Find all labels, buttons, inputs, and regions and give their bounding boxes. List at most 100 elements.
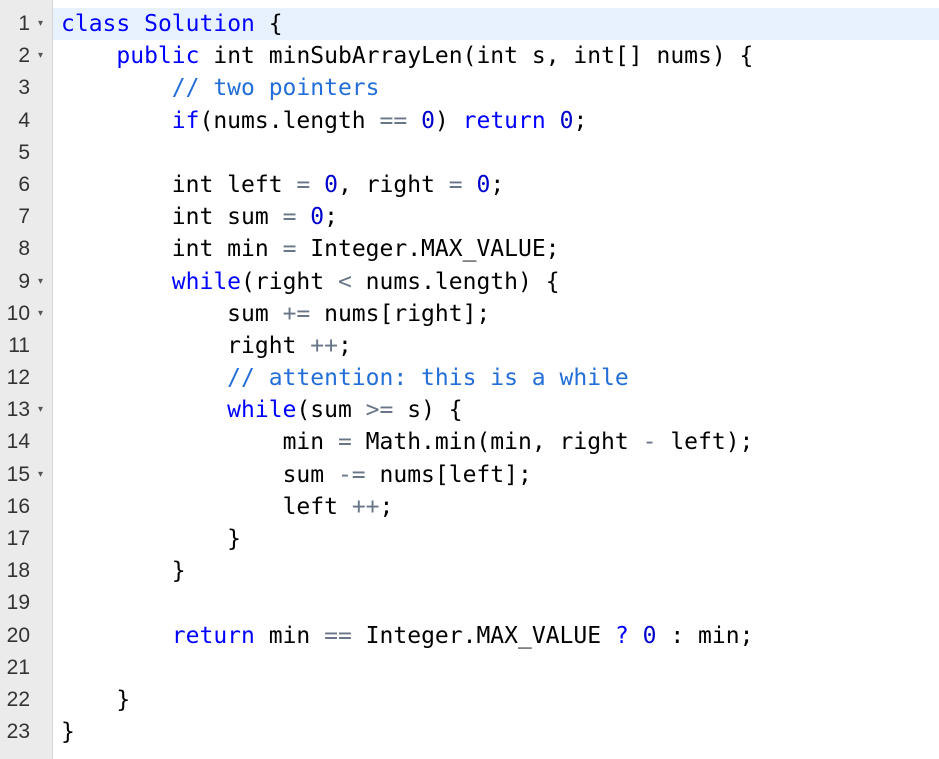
line-gutter-cell: 13 ▾ bbox=[0, 394, 52, 426]
line-gutter-cell: 23 bbox=[0, 716, 52, 748]
code-line[interactable]: 4 if(nums.length == 0) return 0; bbox=[0, 105, 939, 137]
code-token: (sum bbox=[296, 397, 366, 424]
code-token: 0 bbox=[559, 107, 574, 134]
code-line[interactable]: 1 ▾ class Solution { bbox=[0, 8, 939, 41]
line-number: 6 bbox=[18, 172, 30, 196]
line-number: 21 bbox=[6, 655, 30, 679]
fold-toggle-icon[interactable]: ▾ bbox=[38, 266, 43, 298]
code-line[interactable]: 14 min = Math.min(min, right - left); bbox=[0, 426, 939, 458]
code-line[interactable]: 18 } bbox=[0, 555, 939, 587]
code-line[interactable]: 23} bbox=[0, 716, 939, 748]
code-token: int bbox=[171, 204, 214, 231]
code-token: (nums.length bbox=[199, 107, 380, 134]
line-gutter-cell: 16 bbox=[0, 491, 52, 523]
line-number: 14 bbox=[6, 430, 30, 454]
line-code[interactable]: } bbox=[53, 684, 939, 716]
line-gutter-cell: 18 bbox=[0, 555, 52, 587]
code-token: >= bbox=[365, 397, 394, 424]
line-code[interactable]: right ++; bbox=[53, 330, 939, 362]
code-line[interactable]: 20 return min == Integer.MAX_VALUE ? 0 :… bbox=[0, 620, 939, 652]
code-token: } bbox=[227, 526, 242, 552]
line-gutter-cell: 17 bbox=[0, 523, 52, 555]
code-line[interactable]: 21 bbox=[0, 652, 939, 684]
code-token: ; bbox=[337, 332, 352, 359]
code-token: } bbox=[61, 719, 75, 746]
code-line[interactable]: 7 int sum = 0; bbox=[0, 201, 939, 233]
line-number: 22 bbox=[6, 687, 30, 711]
line-code[interactable] bbox=[53, 137, 939, 169]
code-line[interactable]: 22 } bbox=[0, 684, 939, 716]
fold-toggle-icon[interactable]: ▾ bbox=[38, 394, 43, 426]
line-number: 2 bbox=[18, 44, 30, 68]
code-line[interactable]: 15 ▾ sum -= nums[left]; bbox=[0, 459, 939, 491]
code-line[interactable]: 3 // two pointers bbox=[0, 72, 939, 104]
code-token: sum bbox=[282, 461, 338, 488]
line-number: 11 bbox=[8, 333, 30, 357]
code-token: } bbox=[116, 686, 131, 713]
line-gutter-cell: 14 bbox=[0, 426, 52, 458]
line-gutter-cell: 20 bbox=[0, 620, 52, 652]
fold-toggle-icon[interactable]: ▾ bbox=[38, 40, 43, 72]
fold-toggle-icon[interactable]: ▾ bbox=[38, 8, 43, 40]
line-code[interactable] bbox=[53, 587, 939, 619]
code-token: sum bbox=[227, 300, 283, 327]
code-line[interactable]: 5 bbox=[0, 137, 939, 169]
line-code[interactable]: } bbox=[53, 523, 939, 555]
code-editor[interactable]: 1 ▾ class Solution { 2 ▾ public int minSubAr… bbox=[0, 0, 939, 759]
line-code[interactable]: int left = 0, right = 0; bbox=[53, 169, 939, 201]
line-code[interactable]: } bbox=[53, 716, 939, 748]
line-code[interactable]: while(right < nums.length) { bbox=[53, 266, 939, 298]
code-lines: 1 ▾ class Solution { 2 ▾ public int minSubAr… bbox=[0, 8, 939, 748]
code-line[interactable]: 6 int left = 0, right = 0; bbox=[0, 169, 939, 201]
fold-toggle-icon[interactable]: ▾ bbox=[38, 459, 43, 491]
line-number: 16 bbox=[6, 494, 30, 518]
code-line[interactable]: 19 bbox=[0, 587, 939, 619]
line-code[interactable]: min = Math.min(min, right - left); bbox=[53, 426, 939, 458]
line-code[interactable]: sum += nums[right]; bbox=[53, 298, 939, 330]
line-code[interactable]: int sum = 0; bbox=[53, 201, 939, 233]
line-gutter-cell: 15 ▾ bbox=[0, 459, 52, 491]
code-line[interactable]: 9 ▾ while(right < nums.length) { bbox=[0, 266, 939, 298]
line-code[interactable]: return min == Integer.MAX_VALUE ? 0 : mi… bbox=[53, 620, 939, 652]
code-token: Integer.MAX_VALUE bbox=[351, 622, 615, 649]
code-token: ; bbox=[324, 204, 339, 231]
line-code[interactable]: sum -= nums[left]; bbox=[53, 459, 939, 491]
line-code[interactable]: // two pointers bbox=[53, 72, 939, 104]
code-line[interactable]: 12 // attention: this is a while bbox=[0, 362, 939, 394]
code-line[interactable]: 2 ▾ public int minSubArrayLen(int s, int[… bbox=[0, 40, 939, 72]
line-code[interactable]: while(sum >= s) { bbox=[53, 394, 939, 426]
code-line[interactable]: 10 ▾ sum += nums[right]; bbox=[0, 298, 939, 330]
code-token: min bbox=[213, 236, 283, 263]
line-code[interactable]: left ++; bbox=[53, 491, 939, 523]
code-line[interactable]: 8 int min = Integer.MAX_VALUE; bbox=[0, 233, 939, 265]
code-line[interactable]: 11 right ++; bbox=[0, 330, 939, 362]
line-number: 1 bbox=[18, 12, 30, 35]
code-token: return bbox=[462, 107, 546, 134]
line-code[interactable]: public int minSubArrayLen(int s, int[] n… bbox=[53, 40, 939, 72]
line-code[interactable]: // attention: this is a while bbox=[53, 362, 939, 394]
code-token: ++ bbox=[351, 493, 380, 520]
code-line[interactable]: 13 ▾ while(sum >= s) { bbox=[0, 394, 939, 426]
line-code[interactable]: int min = Integer.MAX_VALUE; bbox=[53, 233, 939, 265]
line-code[interactable]: if(nums.length == 0) return 0; bbox=[53, 105, 939, 137]
code-token: = bbox=[282, 204, 297, 231]
code-line[interactable]: 17 } bbox=[0, 523, 939, 555]
code-token: 0 bbox=[476, 171, 491, 198]
line-code[interactable] bbox=[53, 652, 939, 684]
code-token: = bbox=[337, 429, 352, 456]
fold-toggle-icon[interactable]: ▾ bbox=[38, 298, 43, 330]
line-number: 20 bbox=[6, 623, 30, 647]
code-token: s) { bbox=[393, 397, 463, 424]
code-line[interactable]: 16 left ++; bbox=[0, 491, 939, 523]
line-code[interactable]: } bbox=[53, 555, 939, 587]
line-code[interactable]: class Solution { bbox=[53, 8, 939, 41]
